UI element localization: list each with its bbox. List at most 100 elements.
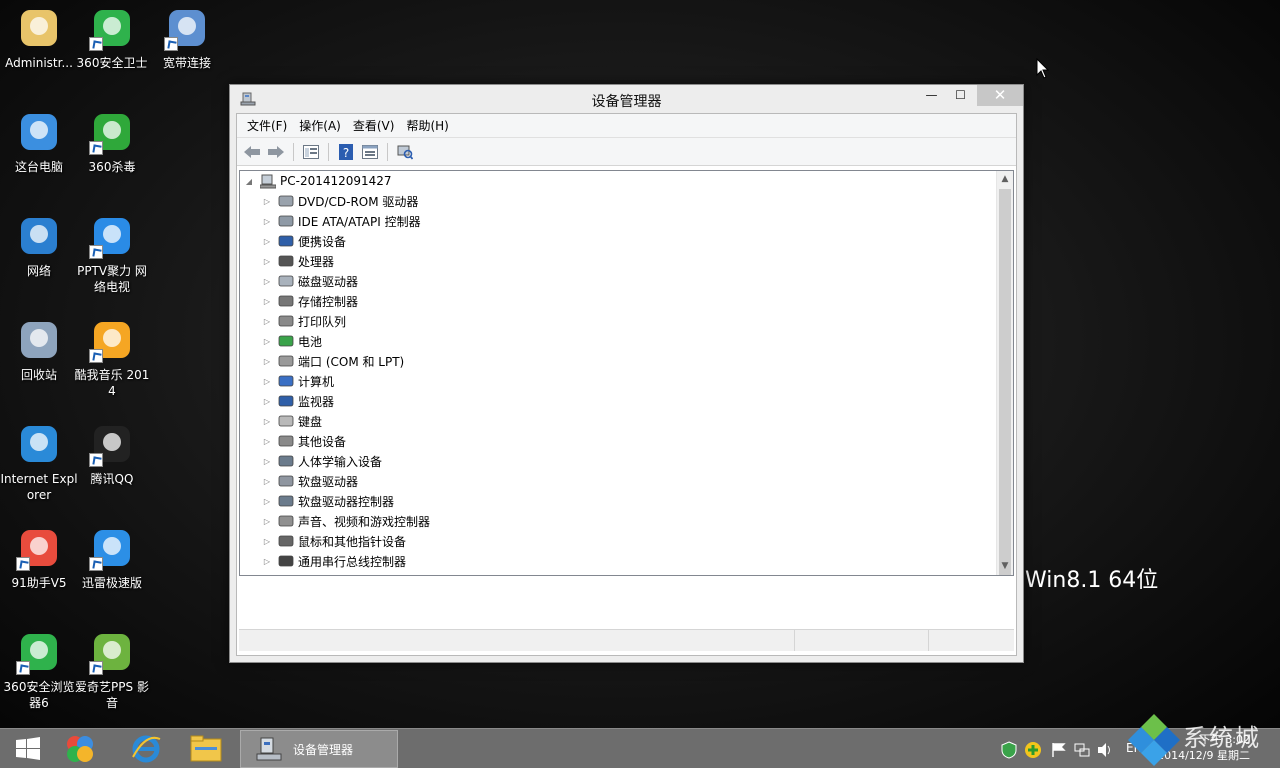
expand-arrow-icon[interactable]: ▷ — [262, 296, 272, 306]
tree-root-label: PC-201412091427 — [280, 174, 392, 188]
expand-arrow-icon[interactable]: ▷ — [262, 356, 272, 366]
expand-arrow-icon[interactable]: ▷ — [262, 236, 272, 246]
desktop-icon[interactable]: 迅雷极速版 — [73, 524, 151, 591]
expand-arrow-icon[interactable]: ▷ — [262, 496, 272, 506]
brand-logo-icon — [1128, 714, 1180, 766]
view-icon[interactable] — [359, 141, 381, 163]
tree-item[interactable]: ▷ DVD/CD-ROM 驱动器 — [262, 191, 419, 211]
desktop-icon[interactable]: 360安全卫士 — [73, 4, 151, 71]
device-category-icon — [278, 395, 294, 407]
expand-arrow-icon[interactable]: ▷ — [262, 256, 272, 266]
taskbar-360-icon[interactable] — [52, 731, 108, 767]
desktop-icon-label: 360安全浏览器6 — [3, 680, 75, 710]
scroll-down-arrow-icon[interactable]: ▼ — [997, 558, 1013, 575]
tree-item[interactable]: ▷ 监视器 — [262, 391, 334, 411]
360-tray-icon[interactable] — [1024, 741, 1042, 759]
tree-item[interactable]: ▷ 打印队列 — [262, 311, 346, 331]
tree-root[interactable]: ◢ PC-201412091427 — [244, 171, 392, 191]
expand-arrow-icon[interactable]: ▷ — [262, 456, 272, 466]
tree-item[interactable]: ▷ 便携设备 — [262, 231, 346, 251]
tree-item[interactable]: ▷ 鼠标和其他指针设备 — [262, 531, 406, 551]
menu-file[interactable]: 文件(F) — [241, 115, 293, 136]
scroll-up-arrow-icon[interactable]: ▲ — [997, 171, 1013, 188]
desktop-icon[interactable]: Administr... — [0, 4, 78, 71]
tree-item[interactable]: ▷ IDE ATA/ATAPI 控制器 — [262, 211, 421, 231]
desktop-icon[interactable]: 360杀毒 — [73, 108, 151, 175]
collapse-arrow-icon[interactable]: ◢ — [244, 176, 254, 186]
expand-arrow-icon[interactable]: ▷ — [262, 276, 272, 286]
close-button[interactable]: ✕ — [977, 85, 1023, 106]
notification-flag-tray-icon[interactable] — [1050, 741, 1068, 759]
back-icon[interactable] — [241, 141, 263, 163]
shortcut-arrow-icon — [89, 245, 103, 259]
expand-arrow-icon[interactable]: ▷ — [262, 436, 272, 446]
expand-arrow-icon[interactable]: ▷ — [262, 196, 272, 206]
tree-item[interactable]: ▷ 人体学输入设备 — [262, 451, 382, 471]
expand-arrow-icon[interactable]: ▷ — [262, 556, 272, 566]
tree-item-label: 处理器 — [298, 254, 335, 269]
taskbar-device-manager-button[interactable]: 设备管理器 — [240, 730, 398, 768]
tree-item-label: 电池 — [298, 334, 323, 349]
start-button[interactable] — [0, 731, 56, 767]
security-shield-tray-icon[interactable] — [1000, 741, 1018, 759]
tree-item[interactable]: ▷ 存储控制器 — [262, 291, 358, 311]
maximize-button[interactable]: ☐ — [945, 85, 976, 106]
desktop-icon-label: 爱奇艺PPS 影音 — [75, 680, 149, 710]
tree-item[interactable]: ▷ 软盘驱动器控制器 — [262, 491, 394, 511]
menu-help[interactable]: 帮助(H) — [400, 115, 454, 136]
properties-icon[interactable] — [300, 141, 322, 163]
tree-item[interactable]: ▷ 声音、视频和游戏控制器 — [262, 511, 430, 531]
network-tray-icon[interactable] — [1073, 741, 1091, 759]
tree-item[interactable]: ▷ 键盘 — [262, 411, 322, 431]
menu-action[interactable]: 操作(A) — [293, 115, 347, 136]
desktop-icon[interactable]: 宽带连接 — [148, 4, 226, 71]
device-category-icon — [278, 555, 294, 567]
device-manager-window[interactable]: 设备管理器 — ☐ ✕ 文件(F) 操作(A) 查看(V) 帮助(H) ? ◢ — [229, 84, 1024, 663]
expand-arrow-icon[interactable]: ▷ — [262, 536, 272, 546]
taskbar-ie-icon[interactable] — [118, 731, 174, 767]
tree-item[interactable]: ▷ 处理器 — [262, 251, 334, 271]
desktop-icon[interactable]: Internet Explorer — [0, 420, 78, 503]
desktop-icon[interactable]: 酷我音乐 2014 — [73, 316, 151, 399]
tree-item[interactable]: ▷ 软盘驱动器 — [262, 471, 358, 491]
tree-item-label: 打印队列 — [298, 314, 347, 329]
help-icon[interactable]: ? — [335, 141, 357, 163]
desktop-icon[interactable]: 这台电脑 — [0, 108, 78, 175]
desktop-icon[interactable]: 回收站 — [0, 316, 78, 383]
expand-arrow-icon[interactable]: ▷ — [262, 416, 272, 426]
expand-arrow-icon[interactable]: ▷ — [262, 316, 272, 326]
tree-item[interactable]: ▷ 磁盘驱动器 — [262, 271, 358, 291]
title-bar[interactable]: 设备管理器 — ☐ ✕ — [230, 85, 1023, 113]
tree-item[interactable]: ▷ 电池 — [262, 331, 322, 351]
desktop-icon[interactable]: PPTV聚力 网络电视 — [73, 212, 151, 295]
expand-arrow-icon[interactable]: ▷ — [262, 516, 272, 526]
tree-item[interactable]: ▷ 端口 (COM 和 LPT) — [262, 351, 404, 371]
volume-tray-icon[interactable] — [1096, 741, 1114, 759]
scrollbar-thumb[interactable] — [999, 189, 1011, 575]
desktop-icon-label: Administr... — [5, 56, 73, 70]
vertical-scrollbar[interactable]: ▲ ▼ — [996, 171, 1013, 575]
expand-arrow-icon[interactable]: ▷ — [262, 216, 272, 226]
desktop-icon[interactable]: 爱奇艺PPS 影音 — [73, 628, 151, 711]
desktop-icon[interactable]: 网络 — [0, 212, 78, 279]
desktop-icon[interactable]: 腾讯QQ — [73, 420, 151, 487]
tree-item-label: DVD/CD-ROM 驱动器 — [298, 194, 419, 209]
tree-item[interactable]: ▷ 通用串行总线控制器 — [262, 551, 406, 571]
minimize-button[interactable]: — — [916, 85, 947, 106]
tree-item[interactable]: ▷ 其他设备 — [262, 431, 346, 451]
taskbar-file-explorer-icon[interactable] — [178, 731, 234, 767]
tree-item[interactable]: ▷ 计算机 — [262, 371, 334, 391]
device-category-icon — [278, 355, 294, 367]
expand-arrow-icon[interactable]: ▷ — [262, 336, 272, 346]
expand-arrow-icon[interactable]: ▷ — [262, 376, 272, 386]
forward-icon[interactable] — [265, 141, 287, 163]
menu-view[interactable]: 查看(V) — [347, 115, 401, 136]
status-bar — [239, 629, 1014, 651]
tree-item[interactable]: ▷网络适配器 — [262, 571, 358, 576]
scan-hardware-icon[interactable] — [394, 141, 416, 163]
expand-arrow-icon[interactable]: ▷ — [262, 476, 272, 486]
expand-arrow-icon[interactable]: ▷ — [262, 396, 272, 406]
desktop-icon[interactable]: 91助手V5 — [0, 524, 78, 591]
device-tree[interactable]: ◢ PC-201412091427 ▷ DVD/CD-ROM 驱动器 ▷ IDE AT… — [239, 170, 1014, 576]
desktop-icon[interactable]: 360安全浏览器6 — [0, 628, 78, 711]
